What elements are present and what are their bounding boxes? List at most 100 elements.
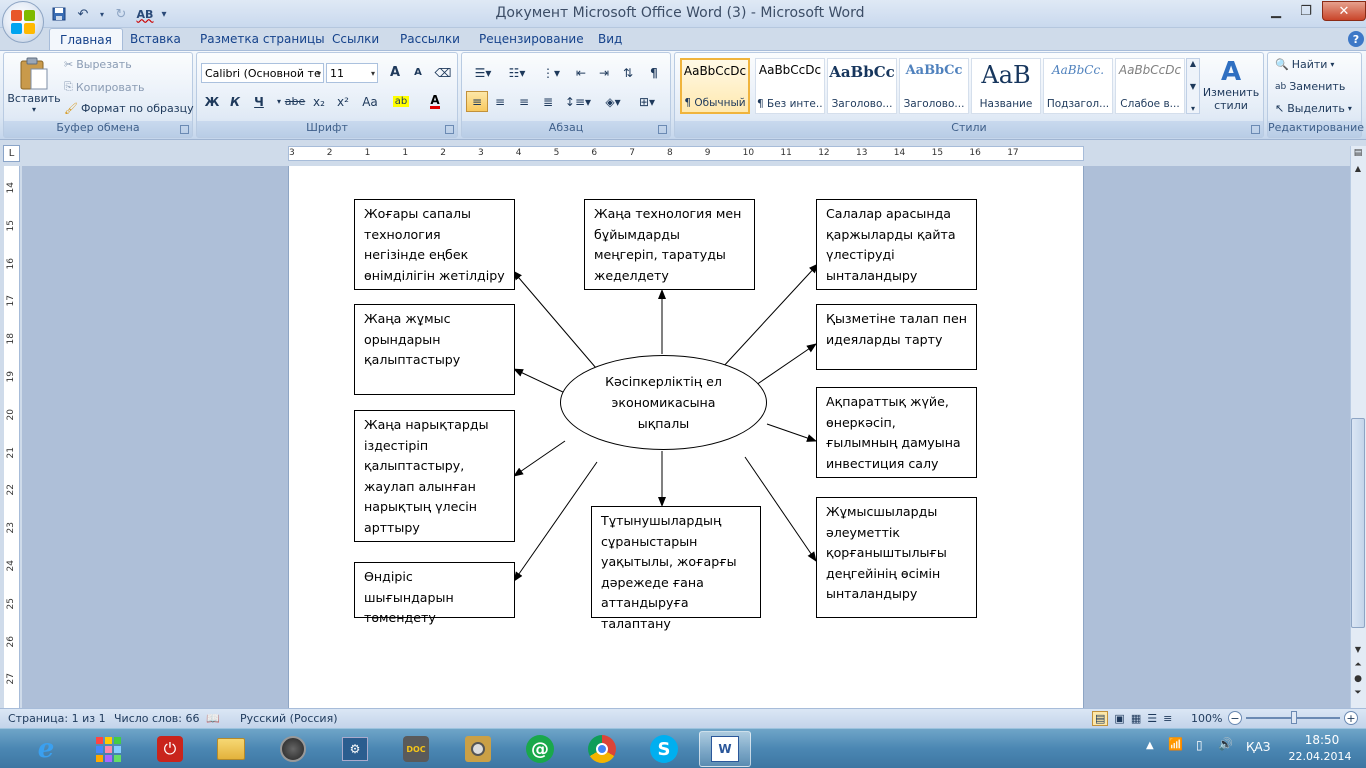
- numbering-button[interactable]: ☷▾: [502, 62, 532, 83]
- tab-mailings[interactable]: Рассылки: [390, 28, 470, 50]
- justify-button[interactable]: ≣: [537, 91, 559, 112]
- paste-button[interactable]: Вставить ▾: [7, 56, 61, 116]
- volume-icon[interactable]: 🔊: [1218, 737, 1233, 751]
- zoom-level[interactable]: 100%: [1191, 710, 1222, 726]
- font-color-button[interactable]: A: [424, 91, 446, 112]
- highlight-button[interactable]: ab: [390, 91, 412, 112]
- copy-button[interactable]: ⎘ Копировать: [64, 80, 145, 94]
- print-layout-view-icon[interactable]: ▤: [1092, 710, 1109, 726]
- scroll-thumb[interactable]: [1351, 418, 1365, 628]
- disk-tool-icon[interactable]: [452, 731, 504, 767]
- font-name-combo[interactable]: Calibri (Основной те ▾: [201, 63, 324, 83]
- decrease-indent-button[interactable]: ⇤: [570, 62, 592, 83]
- zoom-out-icon[interactable]: −: [1228, 711, 1242, 725]
- align-left-button[interactable]: ≡: [466, 91, 488, 112]
- sort-button[interactable]: ⇅: [617, 62, 639, 83]
- draft-view-icon[interactable]: ≡: [1163, 712, 1172, 725]
- scroll-down-icon[interactable]: ▼: [1351, 645, 1365, 659]
- control-panel-icon[interactable]: ⚙: [329, 731, 381, 767]
- tab-page-layout[interactable]: Разметка страницы: [190, 28, 335, 50]
- multilevel-list-button[interactable]: ⋮▾: [536, 62, 566, 83]
- word-count[interactable]: Число слов: 66: [114, 710, 200, 726]
- style-normal[interactable]: AaBbCcDc ¶ Обычный: [680, 58, 750, 114]
- styles-launcher-icon[interactable]: [1251, 125, 1260, 134]
- shutdown-icon[interactable]: ⏻: [144, 731, 196, 767]
- skype-icon[interactable]: S: [638, 731, 690, 767]
- strikethrough-button[interactable]: abe: [284, 91, 306, 112]
- font-launcher-icon[interactable]: [445, 125, 454, 134]
- line-spacing-button[interactable]: ↕≡▾: [563, 91, 593, 112]
- network-icon[interactable]: 📶: [1168, 737, 1183, 751]
- bold-button[interactable]: Ж: [201, 91, 223, 112]
- file-explorer-icon[interactable]: [205, 731, 257, 767]
- bullets-button[interactable]: ☰▾: [468, 62, 498, 83]
- borders-button[interactable]: ⊞▾: [632, 91, 662, 112]
- undo-icon[interactable]: ↶: [74, 5, 92, 23]
- style-subtitle[interactable]: AaBbCc. Подзагол...: [1043, 58, 1113, 114]
- doc-app-icon[interactable]: DOC: [390, 731, 442, 767]
- office-button[interactable]: [2, 1, 44, 43]
- align-center-button[interactable]: ≡: [489, 91, 511, 112]
- chrome-icon[interactable]: [576, 731, 628, 767]
- tab-home[interactable]: Главная: [49, 28, 123, 51]
- style-heading-1[interactable]: AaBbCc Заголово...: [827, 58, 897, 114]
- cut-button[interactable]: ✂ Вырезать: [64, 58, 132, 71]
- clear-format-button[interactable]: ⌫: [432, 62, 454, 83]
- input-language[interactable]: ҚАЗ: [1246, 740, 1270, 754]
- media-player-icon[interactable]: [267, 731, 319, 767]
- replace-button[interactable]: ab Заменить: [1275, 80, 1345, 93]
- style-subtle-emphasis[interactable]: AaBbCcDc Слабое в...: [1115, 58, 1185, 114]
- save-icon[interactable]: [50, 5, 68, 23]
- clock-time[interactable]: 18:50: [1290, 733, 1354, 747]
- outline-view-icon[interactable]: ☰: [1147, 712, 1157, 725]
- web-layout-view-icon[interactable]: ▦: [1131, 712, 1141, 725]
- underline-button[interactable]: Ч: [248, 91, 270, 112]
- clipboard-launcher-icon[interactable]: [180, 125, 189, 134]
- ruler-toggle-icon[interactable]: ▤: [1351, 148, 1365, 162]
- select-button[interactable]: ↖ Выделить ▾: [1275, 102, 1352, 115]
- internet-explorer-icon[interactable]: e: [20, 731, 72, 767]
- tray-expand-icon[interactable]: ▲: [1146, 740, 1154, 751]
- paragraph-launcher-icon[interactable]: [658, 125, 667, 134]
- redo-icon[interactable]: ↻: [112, 5, 130, 23]
- shading-button[interactable]: ◈▾: [598, 91, 628, 112]
- zoom-thumb[interactable]: [1291, 711, 1298, 724]
- style-no-spacing[interactable]: AaBbCcDc ¶ Без инте...: [755, 58, 825, 114]
- align-right-button[interactable]: ≡: [513, 91, 535, 112]
- next-page-icon[interactable]: ⏷: [1351, 688, 1365, 702]
- language-indicator[interactable]: Русский (Россия): [240, 710, 338, 726]
- superscript-button[interactable]: x²: [332, 91, 354, 112]
- previous-page-icon[interactable]: ⏶: [1351, 660, 1365, 674]
- grow-font-button[interactable]: A: [384, 62, 406, 83]
- full-screen-view-icon[interactable]: ▣: [1114, 712, 1124, 725]
- show-marks-button[interactable]: ¶: [643, 62, 665, 83]
- battery-icon[interactable]: ▯: [1196, 738, 1203, 752]
- tab-view[interactable]: Вид: [588, 28, 632, 50]
- minimize-button[interactable]: ▁: [1262, 1, 1290, 21]
- vertical-ruler[interactable]: 14 15 16 17 18 19 20 21 22 23 24 25 26 27: [4, 166, 20, 708]
- style-heading-2[interactable]: AaBbCc Заголово...: [899, 58, 969, 114]
- word-taskbar-icon[interactable]: W: [699, 731, 751, 767]
- change-case-button[interactable]: Aa: [357, 91, 383, 112]
- format-painter-button[interactable]: 🖌 Формат по образцу: [64, 102, 194, 115]
- font-size-combo[interactable]: 11 ▾: [326, 63, 378, 83]
- spellcheck-icon[interactable]: AB: [136, 5, 154, 23]
- horizontal-ruler[interactable]: 3 2 1 1 2 3 4 5 6 7 8 9 10 11 12 13 14 15 16 17: [288, 146, 1084, 161]
- scroll-up-icon[interactable]: ▲: [1351, 164, 1365, 178]
- increase-indent-button[interactable]: ⇥: [593, 62, 615, 83]
- metro-apps-icon[interactable]: [82, 731, 134, 767]
- subscript-button[interactable]: x₂: [308, 91, 330, 112]
- style-title[interactable]: AaB Название: [971, 58, 1041, 114]
- tab-review[interactable]: Рецензирование: [469, 28, 594, 50]
- page-indicator[interactable]: Страница: 1 из 1: [8, 710, 106, 726]
- change-styles-button[interactable]: A Изменить стили: [1203, 58, 1259, 118]
- italic-button[interactable]: К: [224, 91, 246, 112]
- tab-insert[interactable]: Вставка: [120, 28, 191, 50]
- find-button[interactable]: 🔍 Найти ▾: [1275, 58, 1334, 71]
- tab-references[interactable]: Ссылки: [322, 28, 389, 50]
- customize-qat-icon[interactable]: ▾: [160, 5, 168, 23]
- restore-button[interactable]: ❐: [1292, 1, 1320, 21]
- shrink-font-button[interactable]: A: [407, 62, 429, 83]
- clock-date[interactable]: 22.04.2014: [1282, 750, 1358, 763]
- zoom-in-icon[interactable]: +: [1344, 711, 1358, 725]
